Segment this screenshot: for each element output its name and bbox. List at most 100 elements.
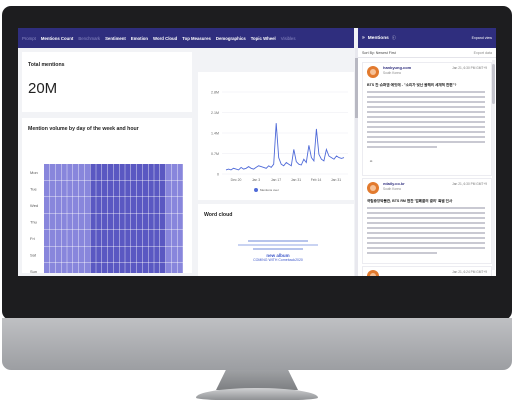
heatmap-cell[interactable]: [142, 164, 148, 181]
heatmap-cell[interactable]: [84, 180, 90, 197]
heatmap-cell[interactable]: [142, 213, 148, 230]
heatmap-cell[interactable]: [55, 246, 61, 263]
heatmap-cell[interactable]: [119, 263, 125, 273]
heatmap-cell[interactable]: [78, 230, 85, 247]
heatmap-cell[interactable]: [55, 164, 61, 181]
heatmap-cell[interactable]: [142, 180, 148, 197]
heatmap-cell[interactable]: [113, 213, 119, 230]
mention-card[interactable]: edaily.co.kr South Korea Jan 21, 6:30 PM…: [362, 178, 492, 264]
nav-item[interactable]: Mentions Count: [41, 36, 73, 41]
heatmap-cell[interactable]: [49, 180, 56, 197]
heatmap-cell[interactable]: [44, 180, 50, 197]
heatmap-cell[interactable]: [160, 263, 166, 273]
heatmap-cell[interactable]: [119, 246, 125, 263]
heatmap-cell[interactable]: [107, 180, 114, 197]
heatmap-cell[interactable]: [165, 197, 172, 214]
heatmap-cell[interactable]: [142, 230, 148, 247]
heatmap-cell[interactable]: [119, 213, 125, 230]
heatmap-cell[interactable]: [177, 197, 183, 214]
heatmap-cell[interactable]: [49, 197, 56, 214]
heatmap-cell[interactable]: [136, 246, 143, 263]
heatmap-cell[interactable]: [148, 213, 154, 230]
heatmap-cell[interactable]: [119, 230, 125, 247]
heatmap-cell[interactable]: [67, 230, 73, 247]
heatmap-cell[interactable]: [125, 197, 131, 214]
heatmap-cell[interactable]: [96, 213, 102, 230]
heatmap-cell[interactable]: [125, 213, 131, 230]
heatmap-cell[interactable]: [160, 164, 166, 181]
heatmap-cell[interactable]: [165, 246, 172, 263]
heatmap-cell[interactable]: [67, 263, 73, 273]
heatmap-cell[interactable]: [142, 246, 148, 263]
heatmap-cell[interactable]: [160, 197, 166, 214]
heatmap-cell[interactable]: [136, 180, 143, 197]
heatmap-cell[interactable]: [90, 213, 96, 230]
heatmap-cell[interactable]: [131, 263, 137, 273]
heatmap-cell[interactable]: [148, 197, 154, 214]
heatmap-cell[interactable]: [148, 230, 154, 247]
heatmap-cell[interactable]: [160, 180, 166, 197]
heatmap-cell[interactable]: [73, 246, 79, 263]
heatmap-cell[interactable]: [78, 246, 85, 263]
heatmap-cell[interactable]: [84, 197, 90, 214]
heatmap-cell[interactable]: [125, 180, 131, 197]
heatmap-cell[interactable]: [142, 197, 148, 214]
heatmap-cell[interactable]: [84, 164, 90, 181]
heatmap-cell[interactable]: [165, 230, 172, 247]
heatmap-cell[interactable]: [67, 164, 73, 181]
heatmap-cell[interactable]: [136, 197, 143, 214]
heatmap-cell[interactable]: [177, 230, 183, 247]
heatmap-cell[interactable]: [125, 263, 131, 273]
heatmap-cell[interactable]: [44, 213, 50, 230]
expand-view-button[interactable]: Expand view: [472, 36, 492, 40]
nav-item[interactable]: Benchmark: [78, 36, 100, 41]
heatmap-cell[interactable]: [171, 164, 177, 181]
heatmap-cell[interactable]: [61, 164, 67, 181]
heatmap-cell[interactable]: [90, 180, 96, 197]
heatmap-cell[interactable]: [131, 180, 137, 197]
heatmap-cell[interactable]: [61, 263, 67, 273]
heatmap-cell[interactable]: [84, 246, 90, 263]
panel-scroll-thumb[interactable]: [492, 64, 495, 104]
heatmap-cell[interactable]: [55, 213, 61, 230]
heatmap-cell[interactable]: [142, 263, 148, 273]
heatmap-cell[interactable]: [78, 263, 85, 273]
heatmap-cell[interactable]: [73, 263, 79, 273]
heatmap-cell[interactable]: [160, 230, 166, 247]
heatmap-cell[interactable]: [154, 197, 160, 214]
heatmap-cell[interactable]: [113, 180, 119, 197]
heatmap-cell[interactable]: [49, 164, 56, 181]
heatmap-cell[interactable]: [102, 164, 108, 181]
heatmap-cell[interactable]: [61, 180, 67, 197]
heatmap-cell[interactable]: [131, 213, 137, 230]
heatmap-cell[interactable]: [148, 263, 154, 273]
heatmap-cell[interactable]: [136, 230, 143, 247]
heatmap-cell[interactable]: [131, 197, 137, 214]
heatmap-cell[interactable]: [78, 164, 85, 181]
heatmap-cell[interactable]: [136, 213, 143, 230]
mention-card[interactable]: Jan 21, 6:24 PM GMT+9: [362, 266, 492, 276]
heatmap-cell[interactable]: [160, 213, 166, 230]
heatmap-cell[interactable]: [73, 213, 79, 230]
mention-source[interactable]: edaily.co.kr: [383, 181, 405, 186]
heatmap-cell[interactable]: [119, 180, 125, 197]
heatmap-cell[interactable]: [44, 197, 50, 214]
info-icon[interactable]: ⓘ: [392, 35, 396, 41]
heatmap-cell[interactable]: [171, 213, 177, 230]
heatmap-cell[interactable]: [49, 230, 56, 247]
heatmap-cell[interactable]: [113, 246, 119, 263]
heatmap-cell[interactable]: [67, 213, 73, 230]
heatmap-cell[interactable]: [55, 263, 61, 273]
heatmap-cell[interactable]: [177, 164, 183, 181]
heatmap-cell[interactable]: [96, 180, 102, 197]
heatmap-cell[interactable]: [61, 246, 67, 263]
heatmap-cell[interactable]: [171, 197, 177, 214]
heatmap-cell[interactable]: [102, 180, 108, 197]
heatmap-cell[interactable]: [125, 164, 131, 181]
heatmap-cell[interactable]: [107, 197, 114, 214]
heatmap-cell[interactable]: [119, 164, 125, 181]
heatmap-cell[interactable]: [90, 230, 96, 247]
heatmap-cell[interactable]: [148, 180, 154, 197]
heatmap-cell[interactable]: [67, 246, 73, 263]
heatmap-cell[interactable]: [136, 164, 143, 181]
